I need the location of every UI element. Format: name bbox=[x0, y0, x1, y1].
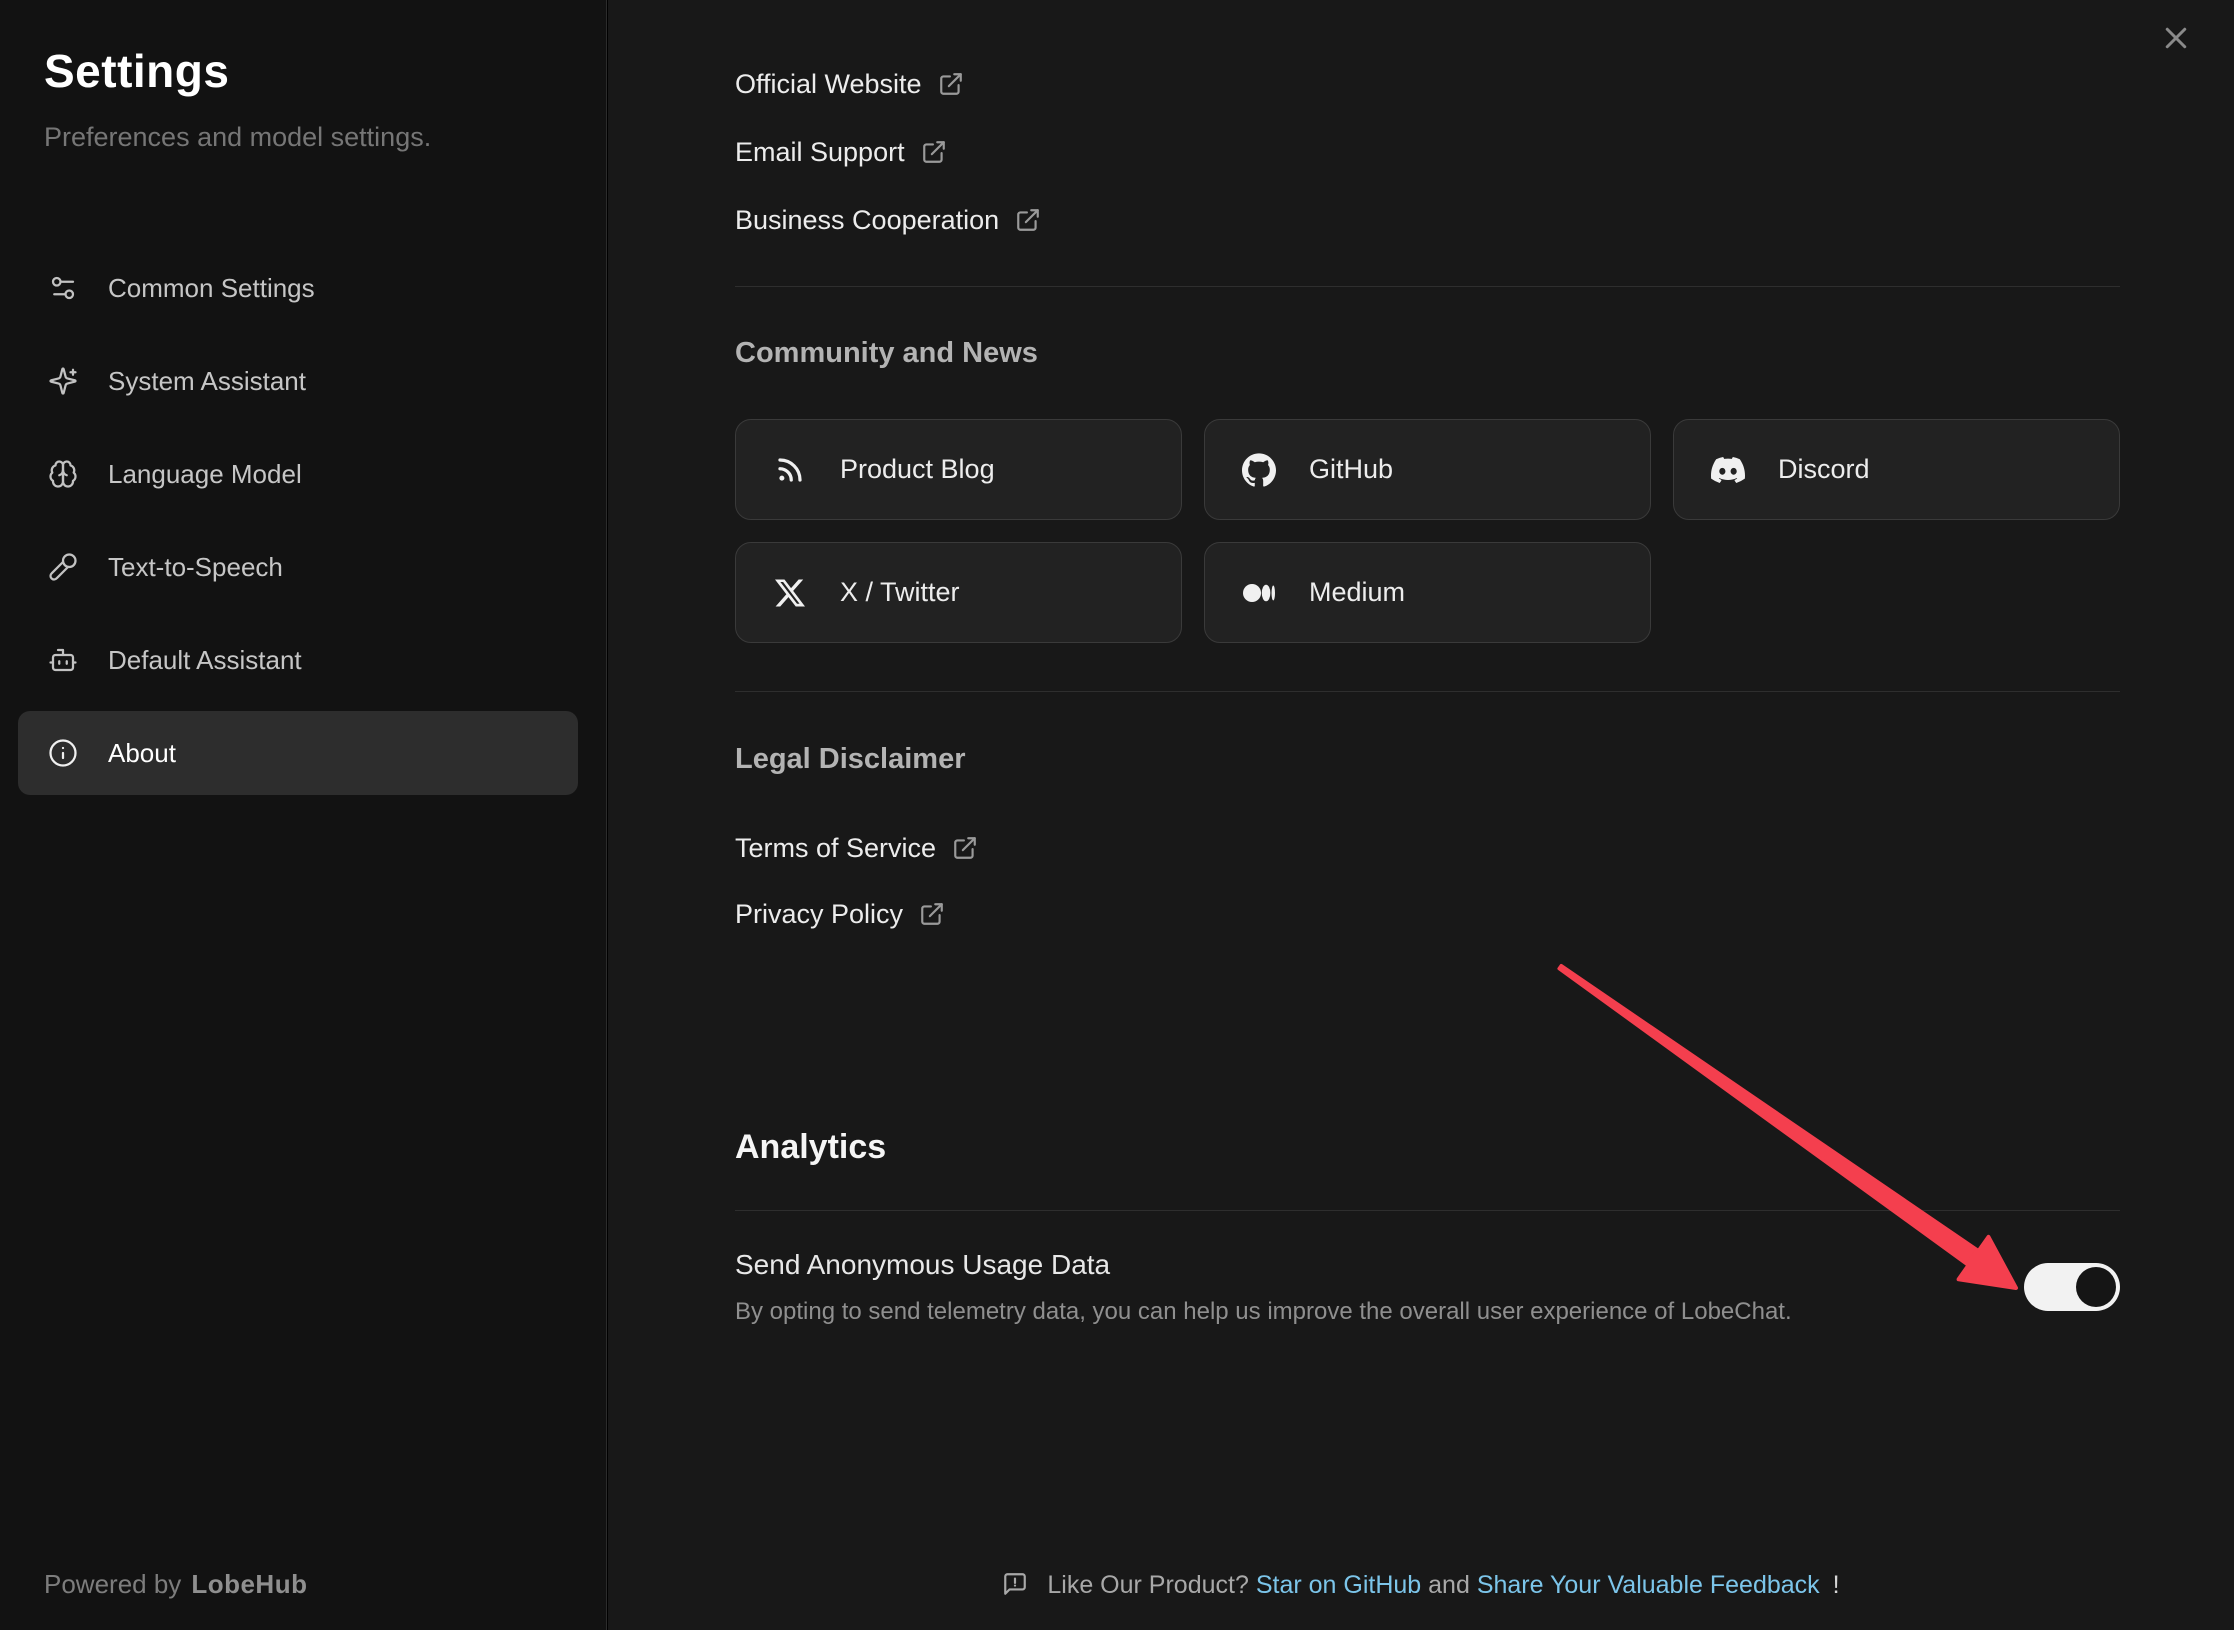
sidebar-item-label: Language Model bbox=[108, 459, 302, 490]
community-buttons: Product Blog GitHub Discord X / Twitter bbox=[735, 419, 2120, 643]
contact-links: Official Website Email Support Business … bbox=[735, 66, 2120, 238]
close-button[interactable] bbox=[2156, 20, 2196, 60]
footer-suffix: ! bbox=[1833, 1571, 1840, 1599]
external-link-icon bbox=[938, 71, 964, 97]
brain-icon bbox=[48, 459, 78, 489]
contact-us-heading: Contact Us bbox=[735, 0, 2120, 10]
medium-icon bbox=[1241, 575, 1277, 611]
section-divider bbox=[735, 1210, 2120, 1211]
mic-icon bbox=[48, 552, 78, 582]
section-divider bbox=[735, 691, 2120, 692]
email-support-link[interactable]: Email Support bbox=[735, 134, 2120, 170]
sparkles-icon bbox=[48, 366, 78, 396]
sidebar-item-about[interactable]: About bbox=[18, 711, 578, 795]
community-heading: Community and News bbox=[735, 337, 2120, 370]
about-settings-panel: Contact Us Official Website Email Suppor… bbox=[608, 0, 2234, 1630]
external-link-icon bbox=[919, 901, 945, 927]
sidebar-item-label: Common Settings bbox=[108, 273, 315, 304]
star-on-github-link[interactable]: Star on GitHub bbox=[1256, 1571, 1421, 1599]
telemetry-setting-description: By opting to send telemetry data, you ca… bbox=[735, 1297, 1792, 1327]
info-icon bbox=[48, 738, 78, 768]
external-link-icon bbox=[952, 835, 978, 861]
x-twitter-icon bbox=[772, 575, 808, 611]
github-icon bbox=[1241, 452, 1277, 488]
discord-button[interactable]: Discord bbox=[1673, 419, 2120, 520]
footer-conjunction: and bbox=[1428, 1571, 1470, 1599]
official-website-link[interactable]: Official Website bbox=[735, 66, 2120, 102]
legal-links: Terms of Service Privacy Policy bbox=[735, 830, 2120, 932]
section-divider bbox=[735, 286, 2120, 287]
page-title: Settings bbox=[44, 44, 606, 98]
privacy-policy-link[interactable]: Privacy Policy bbox=[735, 896, 2120, 932]
sliders-icon bbox=[48, 273, 78, 303]
feedback-message-icon bbox=[1002, 1571, 1028, 1604]
github-button[interactable]: GitHub bbox=[1204, 419, 1651, 520]
rss-icon bbox=[772, 452, 808, 488]
sidebar-item-common-settings[interactable]: Common Settings bbox=[18, 246, 578, 330]
sidebar-item-language-model[interactable]: Language Model bbox=[18, 432, 578, 516]
page-subtitle: Preferences and model settings. bbox=[44, 122, 606, 153]
lobehub-brand[interactable]: LobeHub bbox=[191, 1569, 307, 1599]
telemetry-setting-title: Send Anonymous Usage Data bbox=[735, 1247, 1792, 1283]
close-icon bbox=[2161, 23, 2191, 58]
telemetry-setting-row: Send Anonymous Usage Data By opting to s… bbox=[735, 1247, 2120, 1327]
terms-of-service-link[interactable]: Terms of Service bbox=[735, 830, 2120, 866]
feedback-footer: Like Our Product? Star on GitHub and Sha… bbox=[608, 1571, 2234, 1604]
telemetry-toggle[interactable] bbox=[2024, 1263, 2120, 1311]
x-twitter-button[interactable]: X / Twitter bbox=[735, 542, 1182, 643]
medium-button[interactable]: Medium bbox=[1204, 542, 1651, 643]
sidebar-item-text-to-speech[interactable]: Text-to-Speech bbox=[18, 525, 578, 609]
analytics-heading: Analytics bbox=[735, 1128, 2120, 1167]
business-cooperation-link[interactable]: Business Cooperation bbox=[735, 202, 2120, 238]
toggle-knob bbox=[2076, 1267, 2116, 1307]
powered-by: Powered by LobeHub bbox=[44, 1569, 307, 1600]
external-link-icon bbox=[1015, 207, 1041, 233]
footer-prefix: Like Our Product? bbox=[1047, 1571, 1249, 1599]
legal-heading: Legal Disclaimer bbox=[735, 743, 2120, 776]
product-blog-button[interactable]: Product Blog bbox=[735, 419, 1182, 520]
sidebar-item-default-assistant[interactable]: Default Assistant bbox=[18, 618, 578, 702]
settings-sidebar: Settings Preferences and model settings.… bbox=[0, 0, 607, 1630]
bot-icon bbox=[48, 645, 78, 675]
sidebar-item-label: System Assistant bbox=[108, 366, 306, 397]
share-feedback-link[interactable]: Share Your Valuable Feedback bbox=[1477, 1571, 1820, 1599]
sidebar-item-label: Text-to-Speech bbox=[108, 552, 283, 583]
sidebar-menu: Common Settings System Assistant Languag… bbox=[18, 246, 578, 804]
external-link-icon bbox=[921, 139, 947, 165]
sidebar-item-system-assistant[interactable]: System Assistant bbox=[18, 339, 578, 423]
discord-icon bbox=[1710, 452, 1746, 488]
sidebar-item-label: About bbox=[108, 738, 176, 769]
sidebar-item-label: Default Assistant bbox=[108, 645, 302, 676]
powered-by-text: Powered by bbox=[44, 1569, 181, 1599]
telemetry-setting-text: Send Anonymous Usage Data By opting to s… bbox=[735, 1247, 1792, 1327]
